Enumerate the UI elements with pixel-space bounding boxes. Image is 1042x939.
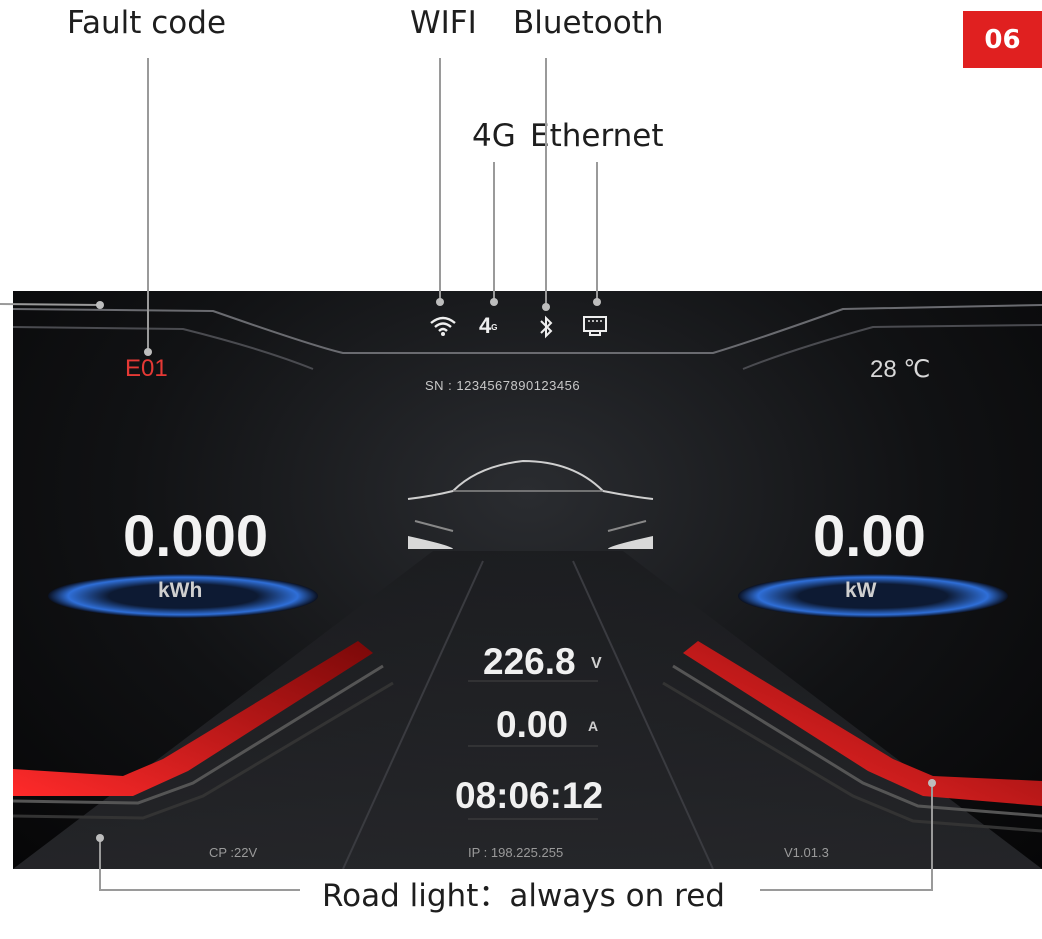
road-light-callout: Road light：always on red <box>322 878 725 914</box>
power-value: 0.00 <box>813 504 926 569</box>
bluetooth-callout: Bluetooth <box>513 5 664 41</box>
ethernet-callout: Ethernet <box>530 118 664 154</box>
voltage-value: 226.8 <box>483 641 576 682</box>
cp-voltage: CP :22V <box>209 845 258 860</box>
fault-code-callout: Fault code <box>67 5 227 41</box>
current-value: 0.00 <box>496 704 569 745</box>
firmware-version: V1.01.3 <box>784 845 829 860</box>
voltage-unit: V <box>591 655 602 672</box>
serial-number: SN : 1234567890123456 <box>425 378 581 393</box>
ethernet-icon <box>583 316 607 336</box>
time-value: 08:06:12 <box>455 775 604 816</box>
charger-display: 4ᴳ E01 28 ℃ SN : 1234567890123456 0.000 … <box>13 291 1042 869</box>
energy-unit: kWh <box>158 579 203 602</box>
fault-code-value: E01 <box>125 355 168 382</box>
car-icon <box>407 459 654 549</box>
temperature-value: 28 ℃ <box>870 356 931 383</box>
wifi-icon <box>430 316 456 336</box>
wifi-callout: WIFI <box>410 5 477 41</box>
page-number-badge: 06 <box>963 11 1042 68</box>
bluetooth-icon <box>540 315 553 339</box>
current-unit: A <box>588 718 599 734</box>
ip-address: IP : 198.225.255 <box>468 845 564 860</box>
4g-signal-icon: 4ᴳ <box>479 313 498 338</box>
power-unit: kW <box>845 579 877 602</box>
energy-value: 0.000 <box>123 504 269 569</box>
4g-callout: 4G <box>472 118 516 154</box>
